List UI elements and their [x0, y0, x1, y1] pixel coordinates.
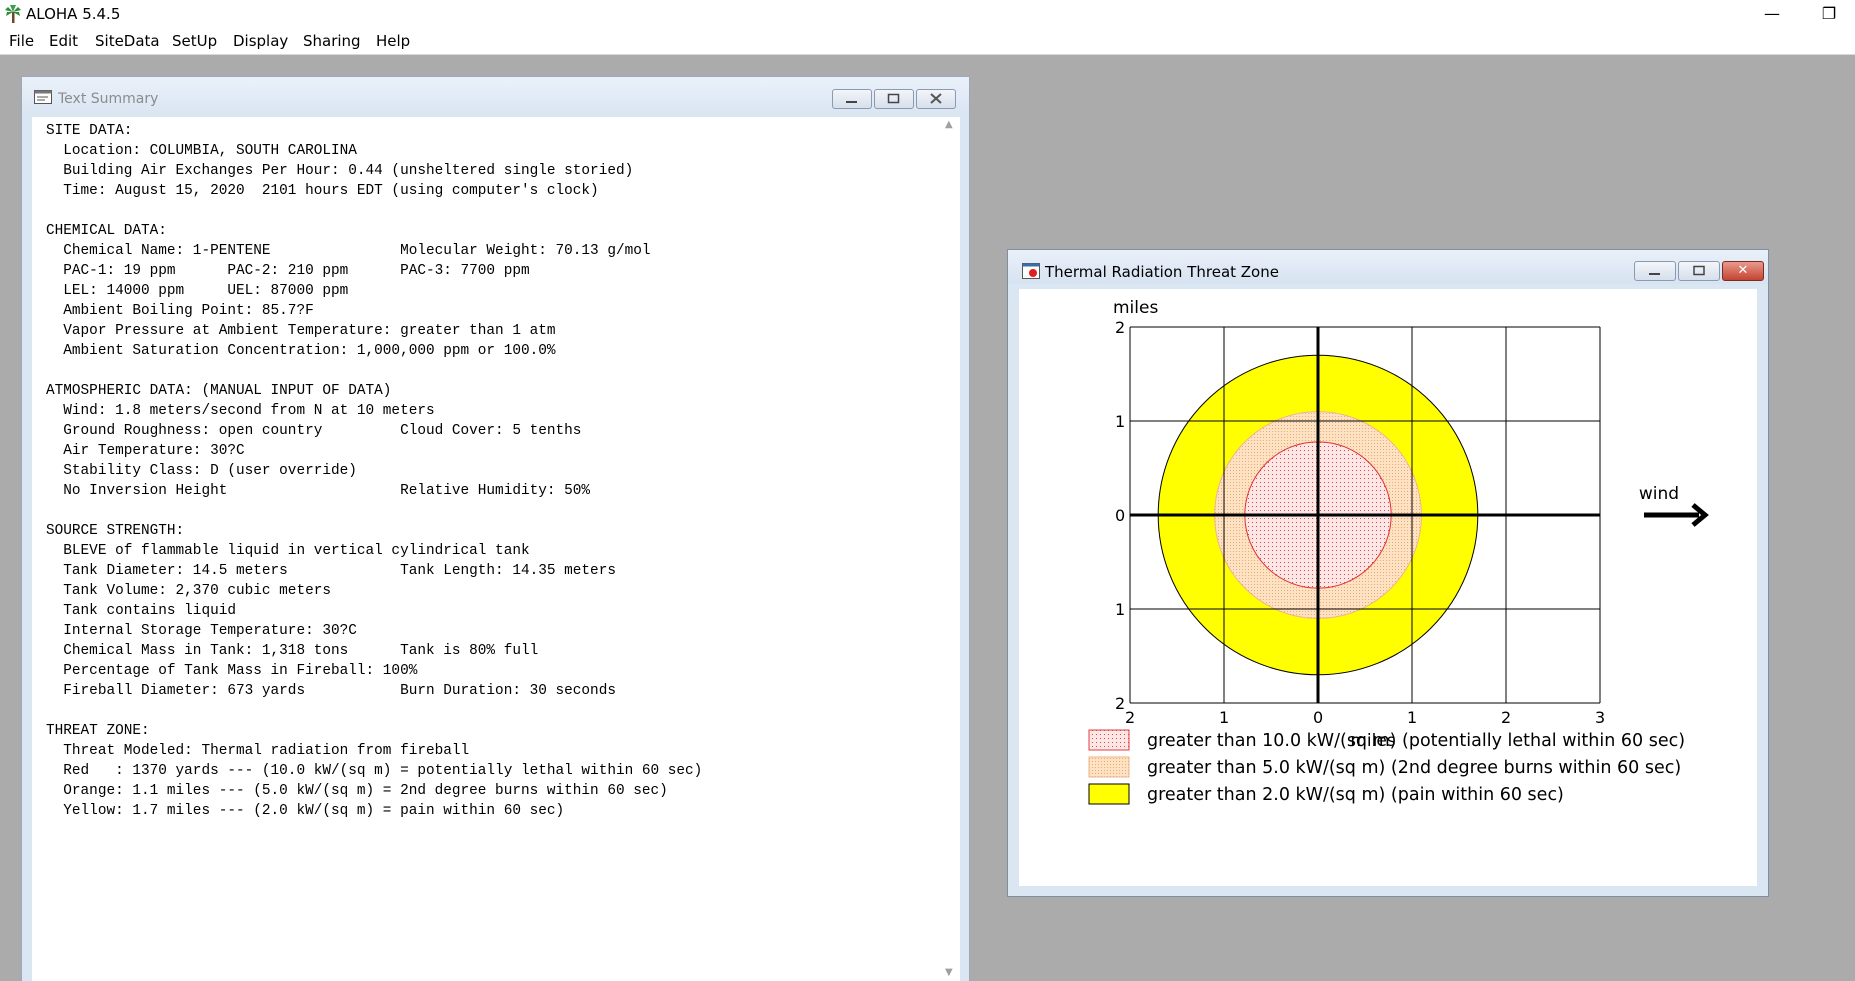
summary-line: LEL: 14000 ppm UEL: 87000 ppm — [46, 283, 349, 299]
text-summary-window[interactable]: Text Summary SITE DATA: Location: COLUMB… — [21, 76, 970, 981]
threat-zone-window[interactable]: Thermal Radiation Threat Zone ✕ miles 2 … — [1007, 249, 1769, 897]
summary-line: Tank contains liquid — [46, 603, 236, 619]
legend-label: greater than 10.0 kW/(sq m) (potentially… — [1147, 731, 1685, 751]
app-title: ALOHA 5.4.5 — [26, 5, 121, 23]
text-summary-titlebar[interactable]: Text Summary — [22, 77, 969, 113]
y-tick-label: 1 — [1115, 600, 1125, 619]
x-tick-label: 2 — [1501, 708, 1511, 727]
window-document-icon — [34, 90, 52, 104]
threat-zone-title: Thermal Radiation Threat Zone — [1045, 263, 1279, 281]
summary-line: Tank Diameter: 14.5 meters Tank Length: … — [46, 563, 616, 579]
menu-file[interactable]: File — [9, 32, 34, 50]
menu-help[interactable]: Help — [376, 32, 410, 50]
text-summary-title: Text Summary — [58, 91, 159, 107]
x-tick-label: 2 — [1125, 708, 1135, 727]
maximize-icon — [1693, 265, 1705, 276]
minimize-button[interactable]: — — [1752, 2, 1792, 26]
summary-line: Internal Storage Temperature: 30?C — [46, 623, 357, 639]
threat-zone-titlebar[interactable]: Thermal Radiation Threat Zone ✕ — [1008, 250, 1768, 284]
summary-line: Chemical Mass in Tank: 1,318 tons Tank i… — [46, 643, 539, 659]
summary-line: SITE DATA: — [46, 123, 133, 139]
palm-tree-icon — [5, 5, 21, 23]
wind-label: wind — [1639, 484, 1679, 504]
y-tick-label: 2 — [1115, 318, 1125, 337]
summary-line: CHEMICAL DATA: — [46, 223, 167, 239]
x-tick-label: 1 — [1219, 708, 1229, 727]
minimize-icon — [1649, 273, 1660, 275]
vertical-scrollbar[interactable]: ▲ ▼ — [942, 117, 960, 981]
summary-line: Ambient Saturation Concentration: 1,000,… — [46, 343, 556, 359]
threat-close-button[interactable]: ✕ — [1722, 261, 1764, 281]
text-summary-content[interactable]: SITE DATA: Location: COLUMBIA, SOUTH CAR… — [32, 117, 960, 981]
y-tick-label: 1 — [1115, 412, 1125, 431]
menu-bar: File Edit SiteData SetUp Display Sharing… — [0, 28, 1855, 55]
y-tick-label: 0 — [1115, 506, 1125, 525]
x-tick-label: 3 — [1595, 708, 1605, 727]
threat-zone-plot-area: miles 2 1 0 1 2 2 1 0 1 2 3 miles wind greater than 1… — [1019, 289, 1757, 886]
summary-close-button[interactable] — [916, 89, 956, 109]
summary-line: Location: COLUMBIA, SOUTH CAROLINA — [46, 143, 357, 159]
summary-line: Time: August 15, 2020 2101 hours EDT (us… — [46, 183, 599, 199]
summary-text: SITE DATA: Location: COLUMBIA, SOUTH CAR… — [46, 121, 702, 821]
summary-line: THREAT ZONE: — [46, 723, 150, 739]
summary-line: Yellow: 1.7 miles --- (2.0 kW/(sq m) = p… — [46, 803, 565, 819]
close-icon — [930, 93, 942, 104]
summary-line: BLEVE of flammable liquid in vertical cy… — [46, 543, 530, 559]
menu-display[interactable]: Display — [233, 32, 288, 50]
maximize-icon — [887, 93, 900, 104]
summary-line: PAC-1: 19 ppm PAC-2: 210 ppm PAC-3: 7700… — [46, 263, 530, 279]
legend-swatch — [1088, 729, 1130, 751]
summary-line: Percentage of Tank Mass in Fireball: 100… — [46, 663, 418, 679]
y-tick-label: 2 — [1115, 694, 1125, 713]
legend-label: greater than 5.0 kW/(sq m) (2nd degree b… — [1147, 758, 1681, 778]
menu-edit[interactable]: Edit — [49, 32, 78, 50]
minimize-icon — [846, 101, 857, 103]
y-axis-label: miles — [1113, 298, 1158, 318]
menu-setup[interactable]: SetUp — [172, 32, 217, 50]
legend-swatch — [1088, 756, 1130, 778]
summary-line: ATMOSPHERIC DATA: (MANUAL INPUT OF DATA) — [46, 383, 392, 399]
x-tick-label: 1 — [1407, 708, 1417, 727]
summary-line: Vapor Pressure at Ambient Temperature: g… — [46, 323, 556, 339]
summary-line: Tank Volume: 2,370 cubic meters — [46, 583, 331, 599]
summary-line: Chemical Name: 1-PENTENE Molecular Weigh… — [46, 243, 651, 259]
legend-swatch — [1088, 783, 1130, 805]
restore-button[interactable]: ❐ — [1809, 2, 1849, 26]
summary-maximize-button[interactable] — [874, 89, 914, 109]
threat-window-icon — [1022, 263, 1040, 279]
menu-sitedata[interactable]: SiteData — [95, 32, 160, 50]
summary-line: Red : 1370 yards --- (10.0 kW/(sq m) = p… — [46, 763, 703, 779]
summary-line: Threat Modeled: Thermal radiation from f… — [46, 743, 470, 759]
legend-label: greater than 2.0 kW/(sq m) (pain within … — [1147, 785, 1564, 805]
threat-maximize-button[interactable] — [1678, 261, 1720, 281]
summary-line: Stability Class: D (user override) — [46, 463, 357, 479]
summary-line: No Inversion Height Relative Humidity: 5… — [46, 483, 591, 499]
summary-minimize-button[interactable] — [832, 89, 872, 109]
summary-line: Wind: 1.8 meters/second from N at 10 met… — [46, 403, 435, 419]
scroll-down-icon[interactable]: ▼ — [945, 967, 953, 978]
menu-sharing[interactable]: Sharing — [303, 32, 361, 50]
x-tick-label: 0 — [1313, 708, 1323, 727]
summary-line: Fireball Diameter: 673 yards Burn Durati… — [46, 683, 616, 699]
threat-zone-chart: miles210122 1 0 1 2 3mileswind greater than 1… — [1088, 298, 1709, 805]
summary-line: SOURCE STRENGTH: — [46, 523, 185, 539]
summary-line: Orange: 1.1 miles --- (5.0 kW/(sq m) = 2… — [46, 783, 668, 799]
scroll-up-icon[interactable]: ▲ — [945, 119, 953, 130]
summary-line: Ambient Boiling Point: 85.7?F — [46, 303, 314, 319]
threat-minimize-button[interactable] — [1634, 261, 1676, 281]
summary-line: Air Temperature: 30?C — [46, 443, 245, 459]
app-titlebar: ALOHA 5.4.5 — ❐ — [0, 0, 1855, 28]
summary-line: Ground Roughness: open country Cloud Cov… — [46, 423, 582, 439]
summary-line: Building Air Exchanges Per Hour: 0.44 (u… — [46, 163, 634, 179]
